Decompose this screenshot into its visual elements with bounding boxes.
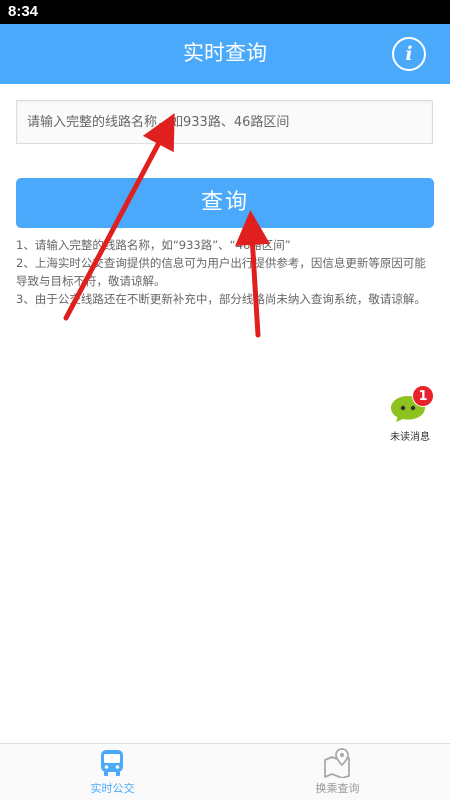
unread-messages-widget[interactable]: 1 未读消息 <box>388 385 436 445</box>
note-2: 2、上海实时公交查询提供的信息可为用户出行提供参考，因信息更新等原因可能导致与目… <box>16 256 426 288</box>
bottom-nav: 实时公交 换乘查询 <box>0 743 450 800</box>
route-search-input[interactable] <box>16 100 433 144</box>
tab-transfer-query-label: 换乘查询 <box>315 782 360 795</box>
info-icon[interactable]: i <box>392 37 426 71</box>
status-time: 8:34 <box>8 3 39 20</box>
page-title: 实时查询 <box>183 41 267 65</box>
map-pin-icon <box>324 748 350 778</box>
tab-transfer-query[interactable]: 换乘查询 <box>225 744 450 800</box>
unread-label: 未读消息 <box>390 432 430 443</box>
note-1: 1、请输入完整的线路名称，如“933路”、“46路区间” <box>16 238 291 252</box>
bus-icon <box>101 750 123 776</box>
query-button[interactable]: 查询 <box>16 178 434 228</box>
tab-realtime-bus[interactable]: 实时公交 <box>0 744 225 800</box>
status-bar: 8:34 <box>0 0 450 24</box>
usage-notes: 1、请输入完整的线路名称，如“933路”、“46路区间” 2、上海实时公交查询提… <box>16 236 436 308</box>
note-3: 3、由于公交线路还在不断更新补充中，部分线路尚未纳入查询系统，敬请谅解。 <box>16 292 426 306</box>
tab-realtime-bus-label: 实时公交 <box>90 782 135 795</box>
app-header: 实时查询 i <box>0 24 450 84</box>
unread-badge: 1 <box>412 385 434 407</box>
